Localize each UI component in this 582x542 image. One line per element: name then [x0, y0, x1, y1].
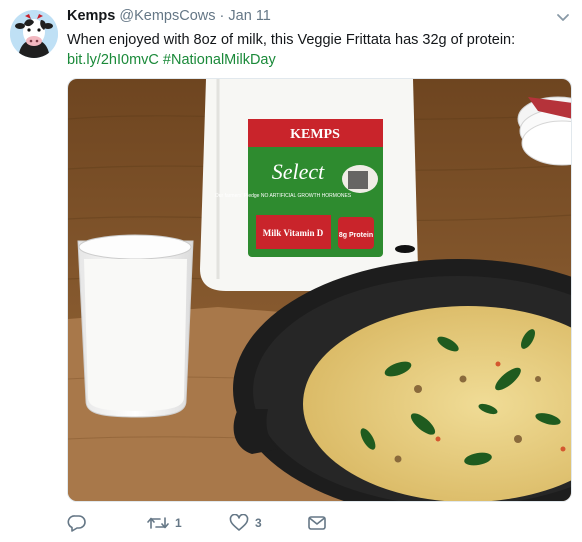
- like-count: 3: [255, 516, 262, 530]
- tweet-link[interactable]: bit.ly/2hI0mvC: [67, 52, 159, 68]
- author-handle[interactable]: @KempsCows: [119, 8, 215, 24]
- retweet-count: 1: [175, 516, 182, 530]
- more-options-button[interactable]: [554, 8, 572, 26]
- envelope-icon: [308, 516, 326, 530]
- jug-badge-text: 8g Protein: [339, 232, 373, 239]
- tweet-header: Kemps @KempsCows · Jan 11: [67, 8, 271, 24]
- hashtag-link[interactable]: #NationalMilkDay: [163, 52, 276, 68]
- tweet-date[interactable]: Jan 11: [228, 8, 270, 24]
- milk-glass: [77, 234, 194, 418]
- tweet-photo[interactable]: KEMPS Select Our farmers' Pledge NO ARTI…: [67, 78, 572, 502]
- retweet-icon: [147, 517, 169, 529]
- jug-label-text: Milk Vitamin D: [263, 228, 324, 238]
- tweet-text: When enjoyed with 8oz of milk, this Vegg…: [67, 30, 567, 70]
- cow-avatar-icon: [10, 10, 58, 58]
- author-name[interactable]: Kemps: [67, 8, 115, 24]
- reply-icon: [67, 515, 86, 532]
- tweet: Kemps @KempsCows · Jan 11 When enjoyed w…: [0, 0, 582, 542]
- separator: ·: [219, 8, 225, 24]
- jug-product-text: Select: [272, 159, 325, 184]
- tweet-actions: 1 3: [67, 512, 567, 534]
- jug-tagline-text: Our farmers' Pledge NO ARTIFICIAL GROWTH…: [215, 193, 352, 199]
- tweet-body: When enjoyed with 8oz of milk, this Vegg…: [67, 32, 516, 48]
- avatar[interactable]: [10, 10, 58, 58]
- heart-icon: [229, 514, 249, 531]
- milk-jug: KEMPS Select Our farmers' Pledge NO ARTI…: [200, 79, 418, 291]
- chevron-down-icon: [557, 14, 569, 21]
- like-button[interactable]: 3: [229, 512, 262, 534]
- direct-message-button[interactable]: [307, 512, 327, 534]
- frittata-photo: KEMPS Select Our farmers' Pledge NO ARTI…: [68, 79, 571, 501]
- reply-button[interactable]: [67, 512, 93, 534]
- jug-brand-text: KEMPS: [290, 127, 340, 142]
- retweet-button[interactable]: 1: [147, 512, 182, 534]
